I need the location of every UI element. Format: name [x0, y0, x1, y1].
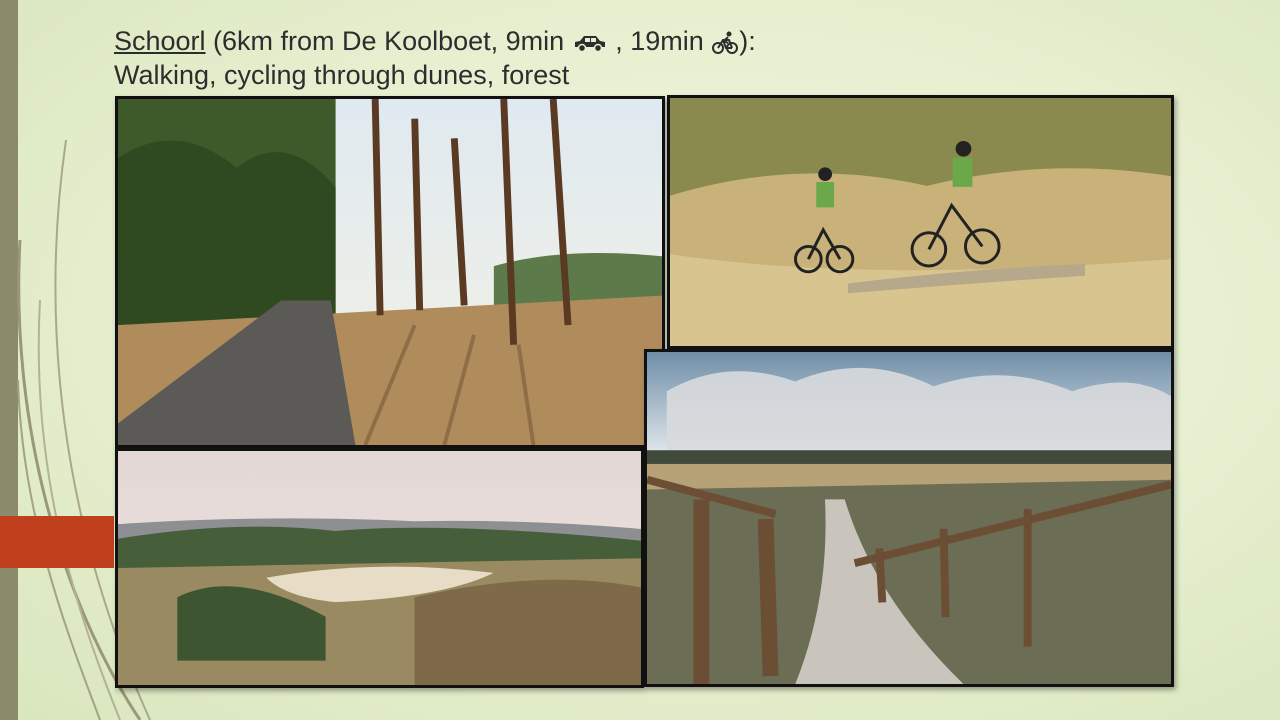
title-text: (6km from De Koolboet, 9min: [205, 26, 565, 56]
forest-road-photo: [115, 96, 665, 448]
slide-title: Schoorl (6km from De Koolboet, 9min , 19…: [114, 24, 1214, 92]
title-end: ):: [739, 26, 756, 56]
mountain-bikers-photo: [667, 95, 1174, 349]
accent-bar: [0, 516, 114, 568]
dune-landscape-photo: [115, 448, 644, 688]
subtitle: Walking, cycling through dunes, forest: [114, 60, 570, 90]
dune-path-fence-photo: [644, 349, 1174, 687]
title-place: Schoorl: [114, 26, 206, 56]
car-icon: [574, 35, 605, 53]
title-sep: , 19min: [607, 26, 704, 56]
bicycle-icon: [712, 31, 739, 54]
